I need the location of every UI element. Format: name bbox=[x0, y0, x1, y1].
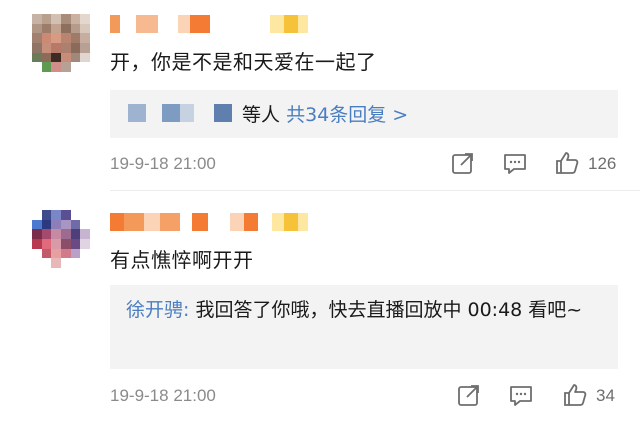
avatar[interactable] bbox=[32, 210, 90, 268]
reply-summary-suffix: 等人 bbox=[242, 104, 281, 126]
reply-summary[interactable]: 等人 共34条回复 > bbox=[110, 90, 618, 138]
reply-author[interactable]: 徐开骋: bbox=[126, 299, 189, 321]
username-blurred[interactable] bbox=[110, 210, 308, 234]
comment-meta: 19-9-18 21:00 34 bbox=[110, 382, 620, 412]
like-count: 34 bbox=[596, 386, 615, 405]
like-count: 126 bbox=[588, 154, 617, 173]
reply-preview[interactable]: 徐开骋: 我回答了你哦，快去直播回放中 00:48 看吧~ bbox=[110, 285, 618, 369]
comment-item: 开，你是不是和天爱在一起了 等人 共34条回复 > 19-9-18 21:00 … bbox=[0, 0, 640, 196]
comment-item: 有点憔悴啊开开 徐开骋: 我回答了你哦，快去直播回放中 00:48 看吧~ 19… bbox=[0, 196, 640, 424]
reply-users-blurred bbox=[128, 104, 232, 122]
thumbs-up-icon[interactable] bbox=[554, 150, 580, 176]
avatar[interactable] bbox=[32, 14, 90, 72]
share-icon[interactable] bbox=[450, 150, 476, 176]
reply-icon[interactable] bbox=[508, 382, 534, 408]
comment-meta: 19-9-18 21:00 126 bbox=[110, 150, 620, 180]
comment-text: 有点憔悴啊开开 bbox=[110, 248, 254, 272]
share-icon[interactable] bbox=[456, 382, 482, 408]
comment-date: 19-9-18 21:00 bbox=[110, 154, 216, 173]
thumbs-up-icon[interactable] bbox=[562, 382, 588, 408]
comment-text: 开，你是不是和天爱在一起了 bbox=[110, 50, 377, 74]
view-replies-link[interactable]: 共34条回复 > bbox=[286, 104, 408, 126]
reply-text: 我回答了你哦，快去直播回放中 00:48 看吧~ bbox=[195, 299, 583, 321]
divider bbox=[110, 190, 640, 191]
reply-icon[interactable] bbox=[502, 150, 528, 176]
username-blurred[interactable] bbox=[110, 12, 308, 36]
comment-date: 19-9-18 21:00 bbox=[110, 386, 216, 405]
